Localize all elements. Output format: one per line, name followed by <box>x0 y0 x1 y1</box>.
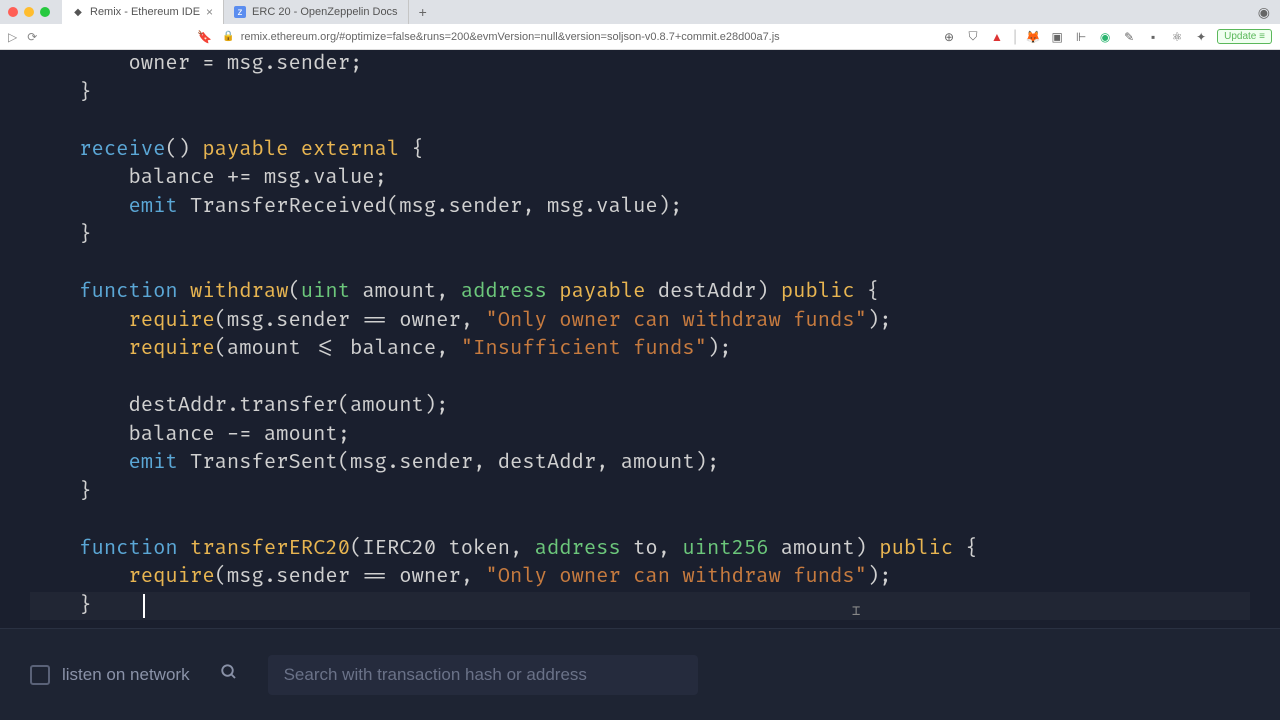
minimize-window-button[interactable] <box>24 7 34 17</box>
oz-favicon-icon: z <box>234 6 246 18</box>
bookmark-icon[interactable]: 🔖 <box>197 30 212 44</box>
ext-eyedropper-icon[interactable]: ✎ <box>1121 29 1137 45</box>
code-line: owner = msg.sender; <box>30 50 1250 79</box>
code-line: destAddr.transfer(amount); <box>30 392 1250 421</box>
code-line: require(msg.sender == owner, "Only owner… <box>30 563 1250 592</box>
remix-favicon-icon: ◆ <box>72 6 84 18</box>
ext-metamask-icon[interactable]: 🦊 <box>1025 29 1041 45</box>
code-line: function transferERC20(IERC20 token, add… <box>30 535 1250 564</box>
code-line <box>30 250 1250 279</box>
console-panel: listen on network <box>0 628 1280 720</box>
code-line <box>30 364 1250 393</box>
reload-button[interactable]: ⟳ <box>27 30 37 44</box>
browser-tab-bar: ◆ Remix - Ethereum IDE × z ERC 20 - Open… <box>0 0 1280 24</box>
close-tab-icon[interactable]: × <box>206 5 213 19</box>
ext-dark-icon[interactable]: ▪ <box>1145 29 1161 45</box>
update-button[interactable]: Update ≡ <box>1217 29 1272 44</box>
text-cursor <box>143 594 145 618</box>
code-line: require(amount <= balance, "Insufficient… <box>30 335 1250 364</box>
tab-remix[interactable]: ◆ Remix - Ethereum IDE × <box>62 0 224 24</box>
listen-network-label: listen on network <box>62 665 190 685</box>
mouse-text-cursor-icon: ⌶ <box>852 598 860 627</box>
code-line: receive() payable external { <box>30 136 1250 165</box>
code-line: function withdraw(uint amount, address p… <box>30 278 1250 307</box>
tab-openzeppelin[interactable]: z ERC 20 - OpenZeppelin Docs <box>224 0 409 24</box>
ext-puzzle-icon[interactable]: ✦ <box>1193 29 1209 45</box>
code-line: balance -= amount; <box>30 421 1250 450</box>
search-icon[interactable] <box>220 663 238 686</box>
address-bar: ▷ ⟳ 🔖 🔒 remix.ethereum.org/#optimize=fal… <box>0 24 1280 50</box>
url-text: remix.ethereum.org/#optimize=false&runs=… <box>241 31 780 43</box>
transaction-search-input[interactable] <box>268 655 698 695</box>
shield-icon[interactable]: ⛉ <box>965 29 981 45</box>
listen-network-checkbox[interactable] <box>30 665 50 685</box>
zoom-icon[interactable]: ⊕ <box>941 29 957 45</box>
lock-icon: 🔒 <box>222 31 234 42</box>
ext-docs-icon[interactable]: ▣ <box>1049 29 1065 45</box>
code-line: } <box>30 79 1250 108</box>
warning-icon[interactable]: ▲ <box>989 29 1005 45</box>
code-line: emit TransferReceived(msg.sender, msg.va… <box>30 193 1250 222</box>
ext-grammarly-icon[interactable]: ◉ <box>1097 29 1113 45</box>
code-line: emit TransferSent(msg.sender, destAddr, … <box>30 449 1250 478</box>
tab-title: ERC 20 - OpenZeppelin Docs <box>252 6 398 18</box>
window-controls <box>8 7 50 17</box>
back-button[interactable]: ▷ <box>8 30 17 44</box>
code-line: } <box>30 478 1250 507</box>
maximize-window-button[interactable] <box>40 7 50 17</box>
account-icon[interactable]: ◉ <box>1258 4 1280 21</box>
ext-react-icon[interactable]: ⚛ <box>1169 29 1185 45</box>
code-editor[interactable]: owner = msg.sender; } receive() payable … <box>0 50 1280 628</box>
code-line: balance += msg.value; <box>30 164 1250 193</box>
new-tab-button[interactable]: + <box>409 4 437 20</box>
code-line-current: } <box>30 592 1250 621</box>
code-line: } <box>30 221 1250 250</box>
code-line: require(msg.sender == owner, "Only owner… <box>30 307 1250 336</box>
close-window-button[interactable] <box>8 7 18 17</box>
ext-monitor-icon[interactable]: ⊩ <box>1073 29 1089 45</box>
code-line <box>30 107 1250 136</box>
tab-title: Remix - Ethereum IDE <box>90 6 200 18</box>
code-line <box>30 506 1250 535</box>
url-input[interactable]: 🔒 remix.ethereum.org/#optimize=false&run… <box>222 31 931 43</box>
